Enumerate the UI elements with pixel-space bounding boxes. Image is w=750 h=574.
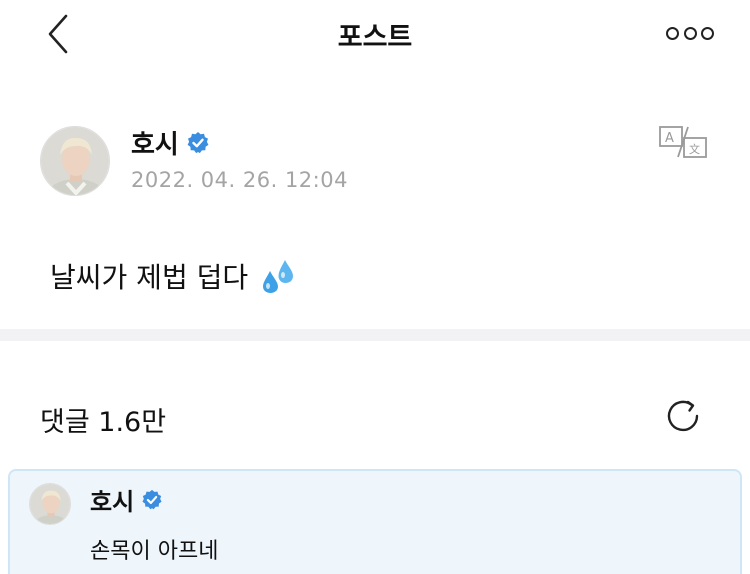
svg-text:A: A <box>665 131 674 146</box>
comments-header: 댓글 1.6만 <box>0 392 750 442</box>
comment-text: 손목이 아프네 <box>90 539 219 564</box>
more-options-button[interactable] <box>666 24 714 42</box>
post-timestamp: 2022. 04. 26. 12:04 <box>131 168 348 192</box>
refresh-button[interactable] <box>664 396 704 436</box>
translate-icon: A 文 <box>659 126 707 158</box>
comment-author-name[interactable]: 호시 <box>90 482 134 517</box>
refresh-icon <box>667 400 699 432</box>
more-dot-icon <box>666 26 679 40</box>
verified-badge-icon <box>141 489 163 511</box>
comment-item[interactable]: 호시 손목이 아프네 <box>8 469 742 574</box>
sweat-droplets-icon <box>263 260 294 293</box>
translate-button[interactable]: A 文 <box>658 124 708 160</box>
svg-text:文: 文 <box>689 142 700 156</box>
more-dot-icon <box>701 26 714 40</box>
post-body: 날씨가 제법 덥다 <box>50 256 296 296</box>
post-text: 날씨가 제법 덥다 <box>50 261 249 294</box>
post-header: 호시 2022. 04. 26. 12:04 A 文 <box>0 120 750 200</box>
comment-author-avatar[interactable] <box>29 483 71 525</box>
verified-badge-icon <box>186 131 210 155</box>
page-title: 포스트 <box>337 22 413 53</box>
author-name[interactable]: 호시 <box>131 124 179 161</box>
more-dot-icon <box>683 26 697 40</box>
top-bar: 포스트 <box>0 0 750 68</box>
comment-author-row: 호시 <box>90 482 163 517</box>
author-row: 호시 <box>131 124 210 161</box>
comments-count-label: 댓글 1.6만 <box>40 407 167 438</box>
section-divider <box>0 329 750 341</box>
author-avatar[interactable] <box>40 126 110 196</box>
